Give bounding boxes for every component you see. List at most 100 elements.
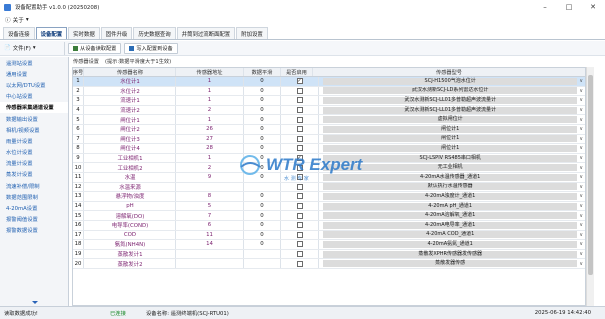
enabled-checkbox[interactable]	[296, 231, 303, 238]
scroll-down-icon[interactable]	[32, 301, 38, 304]
sensor-name-cell[interactable]: 氨氮(NH4N)	[84, 240, 176, 249]
sensor-address[interactable]: 27	[176, 134, 244, 144]
enabled-checkbox[interactable]	[296, 87, 303, 94]
enabled-checkbox[interactable]	[296, 212, 303, 219]
sensor-name-cell[interactable]: 溶解氧(DO)	[84, 211, 176, 220]
smoothing-value[interactable]	[244, 259, 281, 268]
smoothing-value[interactable]: 0	[244, 77, 281, 86]
sidebar-item-rain[interactable]: 雨量计设置	[0, 135, 68, 146]
smoothing-value[interactable]: 0	[244, 192, 281, 201]
enabled-checkbox[interactable]	[296, 116, 303, 123]
table-row[interactable]: 20 蒸散发计2 蒸散发器传感 ∨	[73, 259, 585, 269]
sensor-model-select[interactable]: 4-20mA浊度计_通道1 ∨	[321, 192, 585, 201]
sidebar-item-alarm-data[interactable]: 报警数据设置	[0, 225, 68, 236]
sensor-model-select[interactable]: 4-20mA氨氮_通道1 ∨	[321, 240, 585, 249]
sensor-name-cell[interactable]: COD	[84, 230, 176, 240]
enabled-checkbox[interactable]	[296, 193, 303, 200]
tab-history-query[interactable]: 历史数据查询	[133, 27, 176, 39]
sensor-name-cell[interactable]: 水位计2	[84, 86, 176, 96]
chevron-down-icon[interactable]: ∨	[579, 261, 583, 267]
table-row[interactable]: 12 水温来源 默认执行水温传感器 ∨	[73, 182, 585, 193]
sensor-address[interactable]: 1	[176, 153, 244, 163]
smoothing-value[interactable]: 0	[244, 201, 281, 211]
sensor-model-select[interactable]: 默认执行水温传感器 ∨	[321, 183, 585, 192]
tab-extra-settings[interactable]: 附加设置	[236, 27, 268, 39]
sensor-model-select[interactable]: 闸位计1 ∨	[321, 125, 585, 134]
sensor-address[interactable]: 7	[176, 211, 244, 220]
menu-about[interactable]: ⓘ 关于 ▾	[5, 16, 29, 24]
chevron-down-icon[interactable]: ∨	[579, 184, 583, 190]
smoothing-value[interactable]: 0	[244, 96, 281, 105]
chevron-down-icon[interactable]: ∨	[579, 222, 583, 228]
smoothing-value[interactable]: 0	[244, 230, 281, 240]
sidebar-item-range-limit[interactable]: 数据范围限制	[0, 191, 68, 202]
sensor-name-cell[interactable]: 流速计2	[84, 105, 176, 115]
sensor-model-select[interactable]: 蒸散发器传感 ∨	[321, 259, 585, 268]
maximize-icon[interactable]: □	[557, 0, 581, 14]
sensor-model-select[interactable]: 4-20mA溶解氧_通道1 ∨	[321, 211, 585, 220]
sidebar-item-water-level[interactable]: 水位计设置	[0, 147, 68, 158]
sensor-name-cell[interactable]: 闸位计3	[84, 134, 176, 144]
scrollbar-thumb[interactable]	[588, 75, 593, 275]
sensor-name-cell[interactable]: 电导率(COND)	[84, 221, 176, 230]
table-row[interactable]: 16 电导率(COND) 6 0 4-20mA电导率_通道1 ∨	[73, 221, 585, 231]
sensor-name-cell[interactable]: 工业相机2	[84, 163, 176, 172]
chevron-down-icon[interactable]: ∨	[579, 251, 583, 257]
table-row[interactable]: 5 闸位计1 1 0 虚拟闸位计 ∨	[73, 115, 585, 125]
enabled-checkbox[interactable]	[296, 222, 303, 229]
sidebar-item-flow[interactable]: 流量计设置	[0, 158, 68, 169]
tab-realtime-data[interactable]: 实时数据	[68, 27, 100, 39]
enabled-checkbox[interactable]	[296, 251, 303, 258]
sensor-model-select[interactable]: 武汉水测新SCJ-LL01多普勒超声波流量计 ∨	[321, 106, 585, 115]
enabled-checkbox[interactable]	[296, 135, 303, 142]
smoothing-value[interactable]: 0	[244, 115, 281, 124]
sensor-name-cell[interactable]: 流速计1	[84, 96, 176, 105]
enabled-checkbox[interactable]: ✓	[296, 78, 303, 85]
enabled-checkbox[interactable]	[296, 97, 303, 104]
table-row[interactable]: 14 pH 5 0 4-20mA pH_通道1 ∨	[73, 201, 585, 212]
sensor-address[interactable]: 1	[176, 86, 244, 96]
sidebar-item-ethernet[interactable]: 以太网/DTU设置	[0, 79, 68, 90]
sensor-address[interactable]: 6	[176, 221, 244, 230]
smoothing-value[interactable]: 0	[244, 221, 281, 230]
table-row[interactable]: 1 水位计1 1 0 ✓ SCJ-H1500气泡水位计 ∨	[73, 77, 585, 87]
minimize-icon[interactable]: –	[533, 0, 557, 14]
sidebar-item-4-20ma[interactable]: 4-20mA设置	[0, 202, 68, 213]
sidebar-item-data-output[interactable]: 数据输出设置	[0, 113, 68, 124]
sensor-address[interactable]: 2	[176, 163, 244, 172]
sensor-address[interactable]: 8	[176, 192, 244, 201]
smoothing-value[interactable]	[244, 182, 281, 192]
enabled-checkbox[interactable]	[296, 126, 303, 133]
sidebar-item-camera[interactable]: 相机/视频设置	[0, 124, 68, 135]
sidebar-item-velocity-limit[interactable]: 流速补偿/限制	[0, 180, 68, 191]
table-row[interactable]: 3 流速计1 1 0 武汉水测新SCJ-LL01多普勒超声波流量计 ∨	[73, 96, 585, 106]
tab-firmware-upgrade[interactable]: 固件升级	[100, 27, 133, 39]
sensor-address[interactable]: 9	[176, 173, 244, 182]
chevron-down-icon[interactable]: ∨	[579, 126, 583, 132]
sensor-name-cell[interactable]: 蒸散发计1	[84, 249, 176, 259]
sensor-address[interactable]: 1	[176, 115, 244, 124]
sensor-address[interactable]	[176, 259, 244, 268]
sensor-name-cell[interactable]: 蒸散发计2	[84, 259, 176, 268]
table-row[interactable]: 13 悬浮物/浊度 8 0 4-20mA浊度计_通道1 ∨	[73, 192, 585, 202]
sensor-model-select[interactable]: 4-20mA COD_通道1 ∨	[321, 231, 585, 240]
sensor-address[interactable]: 1	[176, 96, 244, 105]
sensor-name-cell[interactable]: pH	[84, 201, 176, 211]
sensor-address[interactable]: 5	[176, 201, 244, 211]
sensor-name-cell[interactable]: 闸位计1	[84, 115, 176, 124]
sensor-address[interactable]: 1	[176, 77, 244, 86]
sensor-address[interactable]: 28	[176, 144, 244, 153]
smoothing-value[interactable]: 0	[244, 134, 281, 144]
sensor-model-select[interactable]: 蒸散发XPHR传感器发传感器 ∨	[321, 250, 585, 259]
sensor-name-cell[interactable]: 闸位计2	[84, 125, 176, 134]
sidebar-item-sensor-channel[interactable]: 传感器采集通道设置	[0, 101, 68, 113]
smoothing-value[interactable]: 0	[244, 86, 281, 96]
table-row[interactable]: 7 闸位计3 27 0 闸位计1 ∨	[73, 134, 585, 145]
smoothing-value[interactable]	[244, 249, 281, 259]
sensor-address[interactable]: 11	[176, 230, 244, 240]
chevron-down-icon[interactable]: ∨	[579, 203, 583, 209]
smoothing-value[interactable]: 0	[244, 105, 281, 115]
enabled-checkbox[interactable]	[296, 241, 303, 248]
sensor-model-select[interactable]: 武汉水测新SCJ-LL01多普勒超声波流量计 ∨	[321, 96, 585, 105]
chevron-down-icon[interactable]: ∨	[579, 117, 583, 123]
